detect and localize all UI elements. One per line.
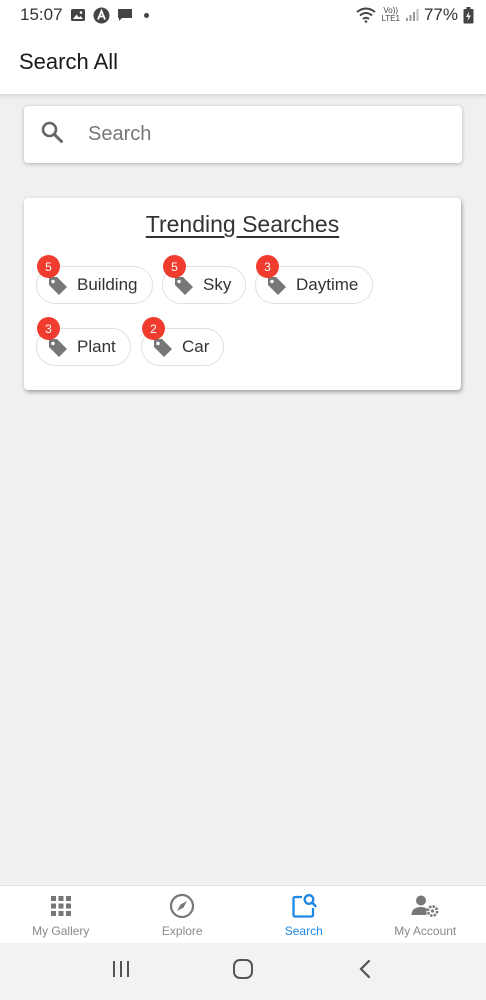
bottom-navigation: My Gallery Explore Search My Account: [0, 885, 486, 943]
count-badge: 2: [142, 317, 165, 340]
tag-icon: [266, 275, 288, 302]
trending-chip-building[interactable]: 5 Building: [36, 255, 153, 304]
app-notification-icon: [93, 7, 110, 24]
back-icon: [358, 959, 372, 984]
nav-search[interactable]: Search: [243, 886, 365, 943]
message-notification-icon: [117, 8, 133, 23]
battery-percent: 77%: [423, 5, 458, 24]
home-button[interactable]: [223, 952, 263, 992]
chip-label: Plant: [77, 337, 116, 356]
count-badge: 5: [37, 255, 60, 278]
battery-charging-icon: [463, 6, 474, 24]
tag-icon: [47, 337, 69, 364]
trending-chip-sky[interactable]: 5 Sky: [162, 255, 247, 304]
nav-explore[interactable]: Explore: [122, 886, 244, 943]
compass-icon: [169, 892, 195, 920]
network-bottom-label: LTE1: [381, 14, 400, 23]
trending-chip-daytime[interactable]: 3 Daytime: [255, 255, 374, 304]
nav-label: My Gallery: [32, 924, 90, 938]
home-icon: [232, 958, 254, 985]
chip-label: Daytime: [296, 275, 359, 294]
trending-chip-car[interactable]: 2 Car: [141, 317, 225, 366]
trending-title: Trending Searches: [145, 211, 340, 237]
chip-label: Sky: [203, 275, 232, 294]
nav-label: Explore: [161, 924, 203, 938]
back-button[interactable]: [345, 952, 385, 992]
trending-chip-plant[interactable]: 3 Plant: [36, 317, 131, 366]
status-bar: 15:07 Vo)) LTE1 77%: [0, 0, 486, 30]
search-input[interactable]: [88, 123, 418, 146]
app-bar: Search All: [0, 30, 486, 94]
count-badge: 5: [163, 255, 186, 278]
nav-label: My Account: [394, 924, 457, 938]
nav-my-account[interactable]: My Account: [365, 886, 486, 943]
wifi-icon: [356, 7, 377, 23]
chip-label: Building: [77, 275, 138, 294]
page-title: Search All: [19, 49, 119, 74]
image-search-icon: [290, 892, 318, 920]
nav-label: Search: [284, 924, 323, 938]
grid-icon: [50, 892, 72, 920]
recent-apps-icon: [111, 960, 131, 983]
nav-my-gallery[interactable]: My Gallery: [0, 886, 122, 943]
gallery-notification-icon: [70, 8, 86, 22]
search-icon[interactable]: [40, 120, 64, 149]
chip-label: Car: [182, 337, 210, 356]
recent-apps-button[interactable]: [101, 952, 141, 992]
tag-icon: [173, 275, 195, 302]
system-navigation-bar: [0, 943, 486, 1000]
lte-network-icon: Vo)) LTE1: [381, 7, 400, 23]
status-time: 15:07: [20, 5, 63, 24]
tag-icon: [47, 275, 69, 302]
count-badge: 3: [37, 317, 60, 340]
more-notifications-dot-icon: [143, 12, 149, 18]
search-bar[interactable]: [24, 106, 462, 163]
count-badge: 3: [256, 255, 279, 278]
tag-icon: [152, 337, 174, 364]
trending-searches-card: Trending Searches 5 Building 5 Sky 3 Day…: [24, 198, 461, 390]
account-settings-icon: [411, 892, 439, 920]
signal-icon: [405, 8, 419, 22]
